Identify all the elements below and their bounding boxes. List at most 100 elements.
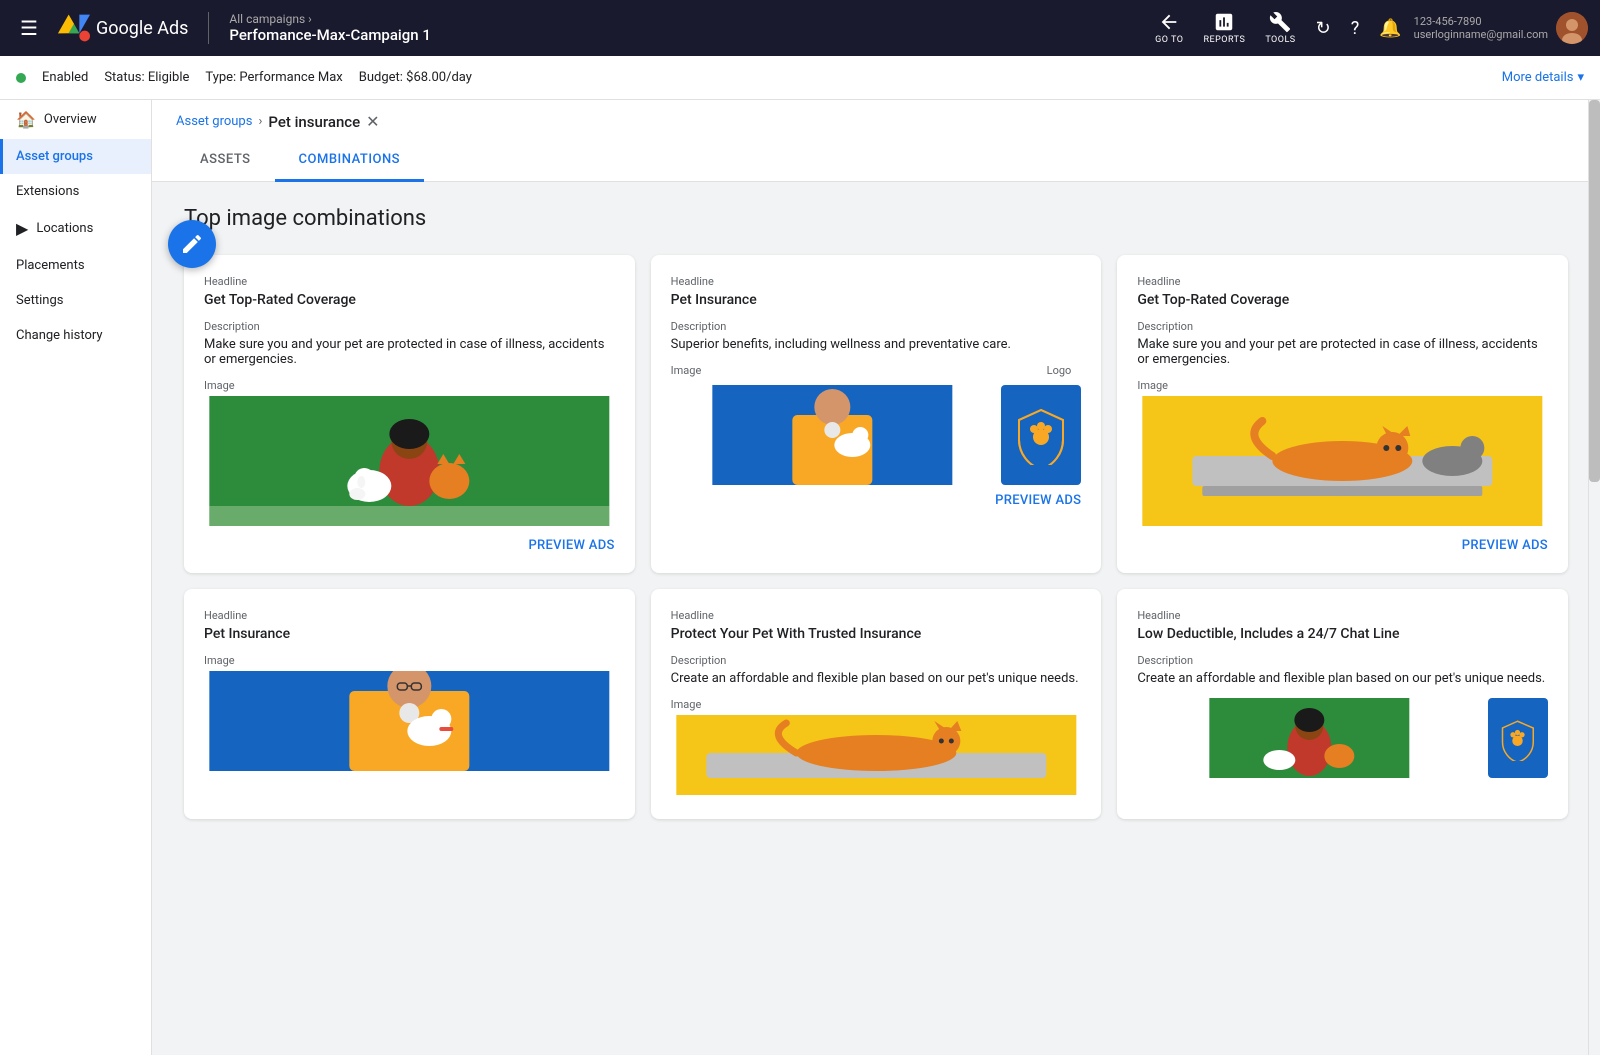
app-logo: Google Ads [58, 12, 188, 44]
breadcrumb-chevron: › [258, 114, 262, 129]
sidebar: 🏠 Overview Asset groups Extensions ▶ Loc… [0, 100, 152, 1055]
cat-image-3 [1137, 396, 1548, 526]
close-icon[interactable]: ✕ [366, 112, 379, 131]
sidebar-label-extensions: Extensions [16, 184, 79, 199]
notifications-button[interactable]: 🔔 [1371, 10, 1409, 47]
headline-label-2: Headline [671, 275, 1082, 288]
more-details-button[interactable]: More details ▾ [1502, 70, 1584, 85]
preview-ads-btn-1[interactable]: PREVIEW ADS [204, 530, 615, 553]
combo-card-6: Headline Low Deductible, Includes a 24/7… [1117, 589, 1568, 819]
headline-value-6: Low Deductible, Includes a 24/7 Chat Lin… [1137, 626, 1548, 642]
enabled-indicator [16, 73, 26, 83]
card-image-2 [671, 385, 994, 485]
top-navigation: ☰ Google Ads All campaigns › Perfomance-… [0, 0, 1600, 56]
tools-button[interactable]: TOOLS [1257, 7, 1303, 49]
nav-divider [208, 12, 209, 44]
expand-icon: ▶ [16, 219, 28, 238]
reports-button[interactable]: REPORTS [1195, 7, 1253, 49]
headline-value-2: Pet Insurance [671, 292, 1082, 308]
sidebar-item-locations[interactable]: ▶ Locations [0, 209, 151, 248]
headline-label-4: Headline [204, 609, 615, 622]
description-value-3: Make sure you and your pet are protected… [1137, 337, 1548, 367]
chevron-down-icon: ▾ [1577, 70, 1584, 85]
sidebar-item-extensions[interactable]: Extensions [0, 174, 151, 209]
edit-fab-button[interactable] [168, 220, 216, 268]
image-logo-row-6 [1137, 698, 1548, 778]
budget-display: Budget: $68.00/day [359, 70, 472, 85]
image-label-5: Image [671, 698, 1082, 711]
person-pets-image-6 [1137, 698, 1482, 778]
headline-value-1: Get Top-Rated Coverage [204, 292, 615, 308]
sidebar-label-overview: Overview [44, 112, 97, 127]
eligibility-status: Status: Eligible [104, 70, 189, 85]
combo-card-5: Headline Protect Your Pet With Trusted I… [651, 589, 1102, 819]
preview-ads-btn-2[interactable]: PREVIEW ADS [671, 485, 1082, 508]
user-email: userloginname@gmail.com [1414, 28, 1548, 41]
home-icon: 🏠 [16, 110, 36, 129]
card-image-5 [671, 715, 1082, 795]
campaign-name: Perfomance-Max-Campaign 1 [229, 26, 430, 44]
scroll-thumb [1589, 100, 1600, 482]
vet-image-2 [671, 385, 994, 485]
sidebar-label-asset-groups: Asset groups [16, 149, 93, 164]
combo-card-4: Headline Pet Insurance Image [184, 589, 635, 819]
sidebar-label-placements: Placements [16, 258, 85, 273]
card-image-4 [204, 671, 615, 771]
headline-value-3: Get Top-Rated Coverage [1137, 292, 1548, 308]
campaign-type: Type: Performance Max [205, 70, 342, 85]
description-label-2: Description [671, 320, 1082, 333]
main-content: Asset groups › Pet insurance ✕ ASSETS CO… [152, 100, 1600, 1055]
pet-image-1 [204, 396, 615, 526]
logo-label-2: Logo [1047, 364, 1072, 377]
goto-button[interactable]: GO TO [1147, 7, 1191, 49]
description-label-1: Description [204, 320, 615, 333]
sidebar-item-asset-groups[interactable]: Asset groups [0, 139, 151, 174]
google-ads-logo-icon [58, 12, 90, 44]
sidebar-item-settings[interactable]: Settings [0, 283, 151, 318]
hamburger-menu[interactable]: ☰ [12, 8, 46, 48]
description-label-3: Description [1137, 320, 1548, 333]
shield-logo-icon [1011, 405, 1071, 465]
combo-card-1: Headline Get Top-Rated Coverage Descript… [184, 255, 635, 573]
refresh-button[interactable]: ↻ [1308, 10, 1339, 47]
sidebar-item-change-history[interactable]: Change history [0, 318, 151, 353]
help-button[interactable]: ? [1343, 10, 1368, 47]
description-label-6: Description [1137, 654, 1548, 667]
headline-value-5: Protect Your Pet With Trusted Insurance [671, 626, 1082, 642]
card-image-6 [1137, 698, 1482, 778]
tab-combinations[interactable]: COMBINATIONS [275, 140, 425, 182]
section-title: Top image combinations [184, 206, 1568, 231]
breadcrumb: Asset groups › Pet insurance ✕ [176, 100, 1576, 139]
sidebar-label-settings: Settings [16, 293, 63, 308]
goto-icon [1158, 11, 1180, 33]
avatar-icon [1556, 12, 1588, 44]
description-value-1: Make sure you and your pet are protected… [204, 337, 615, 367]
content-header: Asset groups › Pet insurance ✕ ASSETS CO… [152, 100, 1600, 182]
user-phone: 123-456-7890 [1414, 15, 1548, 28]
description-label-5: Description [671, 654, 1082, 667]
page-scrollbar[interactable] [1588, 100, 1600, 1055]
card-image-1 [204, 396, 615, 526]
sidebar-item-overview[interactable]: 🏠 Overview [0, 100, 151, 139]
avatar[interactable] [1556, 12, 1588, 44]
headline-value-4: Pet Insurance [204, 626, 615, 642]
description-value-5: Create an affordable and flexible plan b… [671, 671, 1082, 686]
vet-image-4 [204, 671, 615, 771]
description-value-6: Create an affordable and flexible plan b… [1137, 671, 1548, 686]
logo-2 [1001, 385, 1081, 485]
all-campaigns-link[interactable]: All campaigns › [229, 12, 430, 26]
nav-right-section: GO TO REPORTS TOOLS ↻ ? 🔔 123-456-7890 u… [1147, 7, 1588, 49]
sidebar-label-locations: Locations [36, 221, 93, 236]
headline-label-6: Headline [1137, 609, 1548, 622]
preview-ads-btn-3[interactable]: PREVIEW ADS [1137, 530, 1548, 553]
status-bar: Enabled Status: Eligible Type: Performan… [0, 56, 1600, 100]
sidebar-item-placements[interactable]: Placements [0, 248, 151, 283]
breadcrumb-current: Pet insurance ✕ [268, 112, 379, 131]
cards-grid: Headline Get Top-Rated Coverage Descript… [184, 255, 1568, 819]
user-account[interactable]: 123-456-7890 userloginname@gmail.com [1414, 12, 1588, 44]
combinations-content: Top image combinations Headline Get Top-… [152, 182, 1600, 843]
headline-label-3: Headline [1137, 275, 1548, 288]
tab-assets[interactable]: ASSETS [176, 140, 275, 182]
breadcrumb-parent-link[interactable]: Asset groups [176, 114, 252, 129]
image-label-1: Image [204, 379, 615, 392]
